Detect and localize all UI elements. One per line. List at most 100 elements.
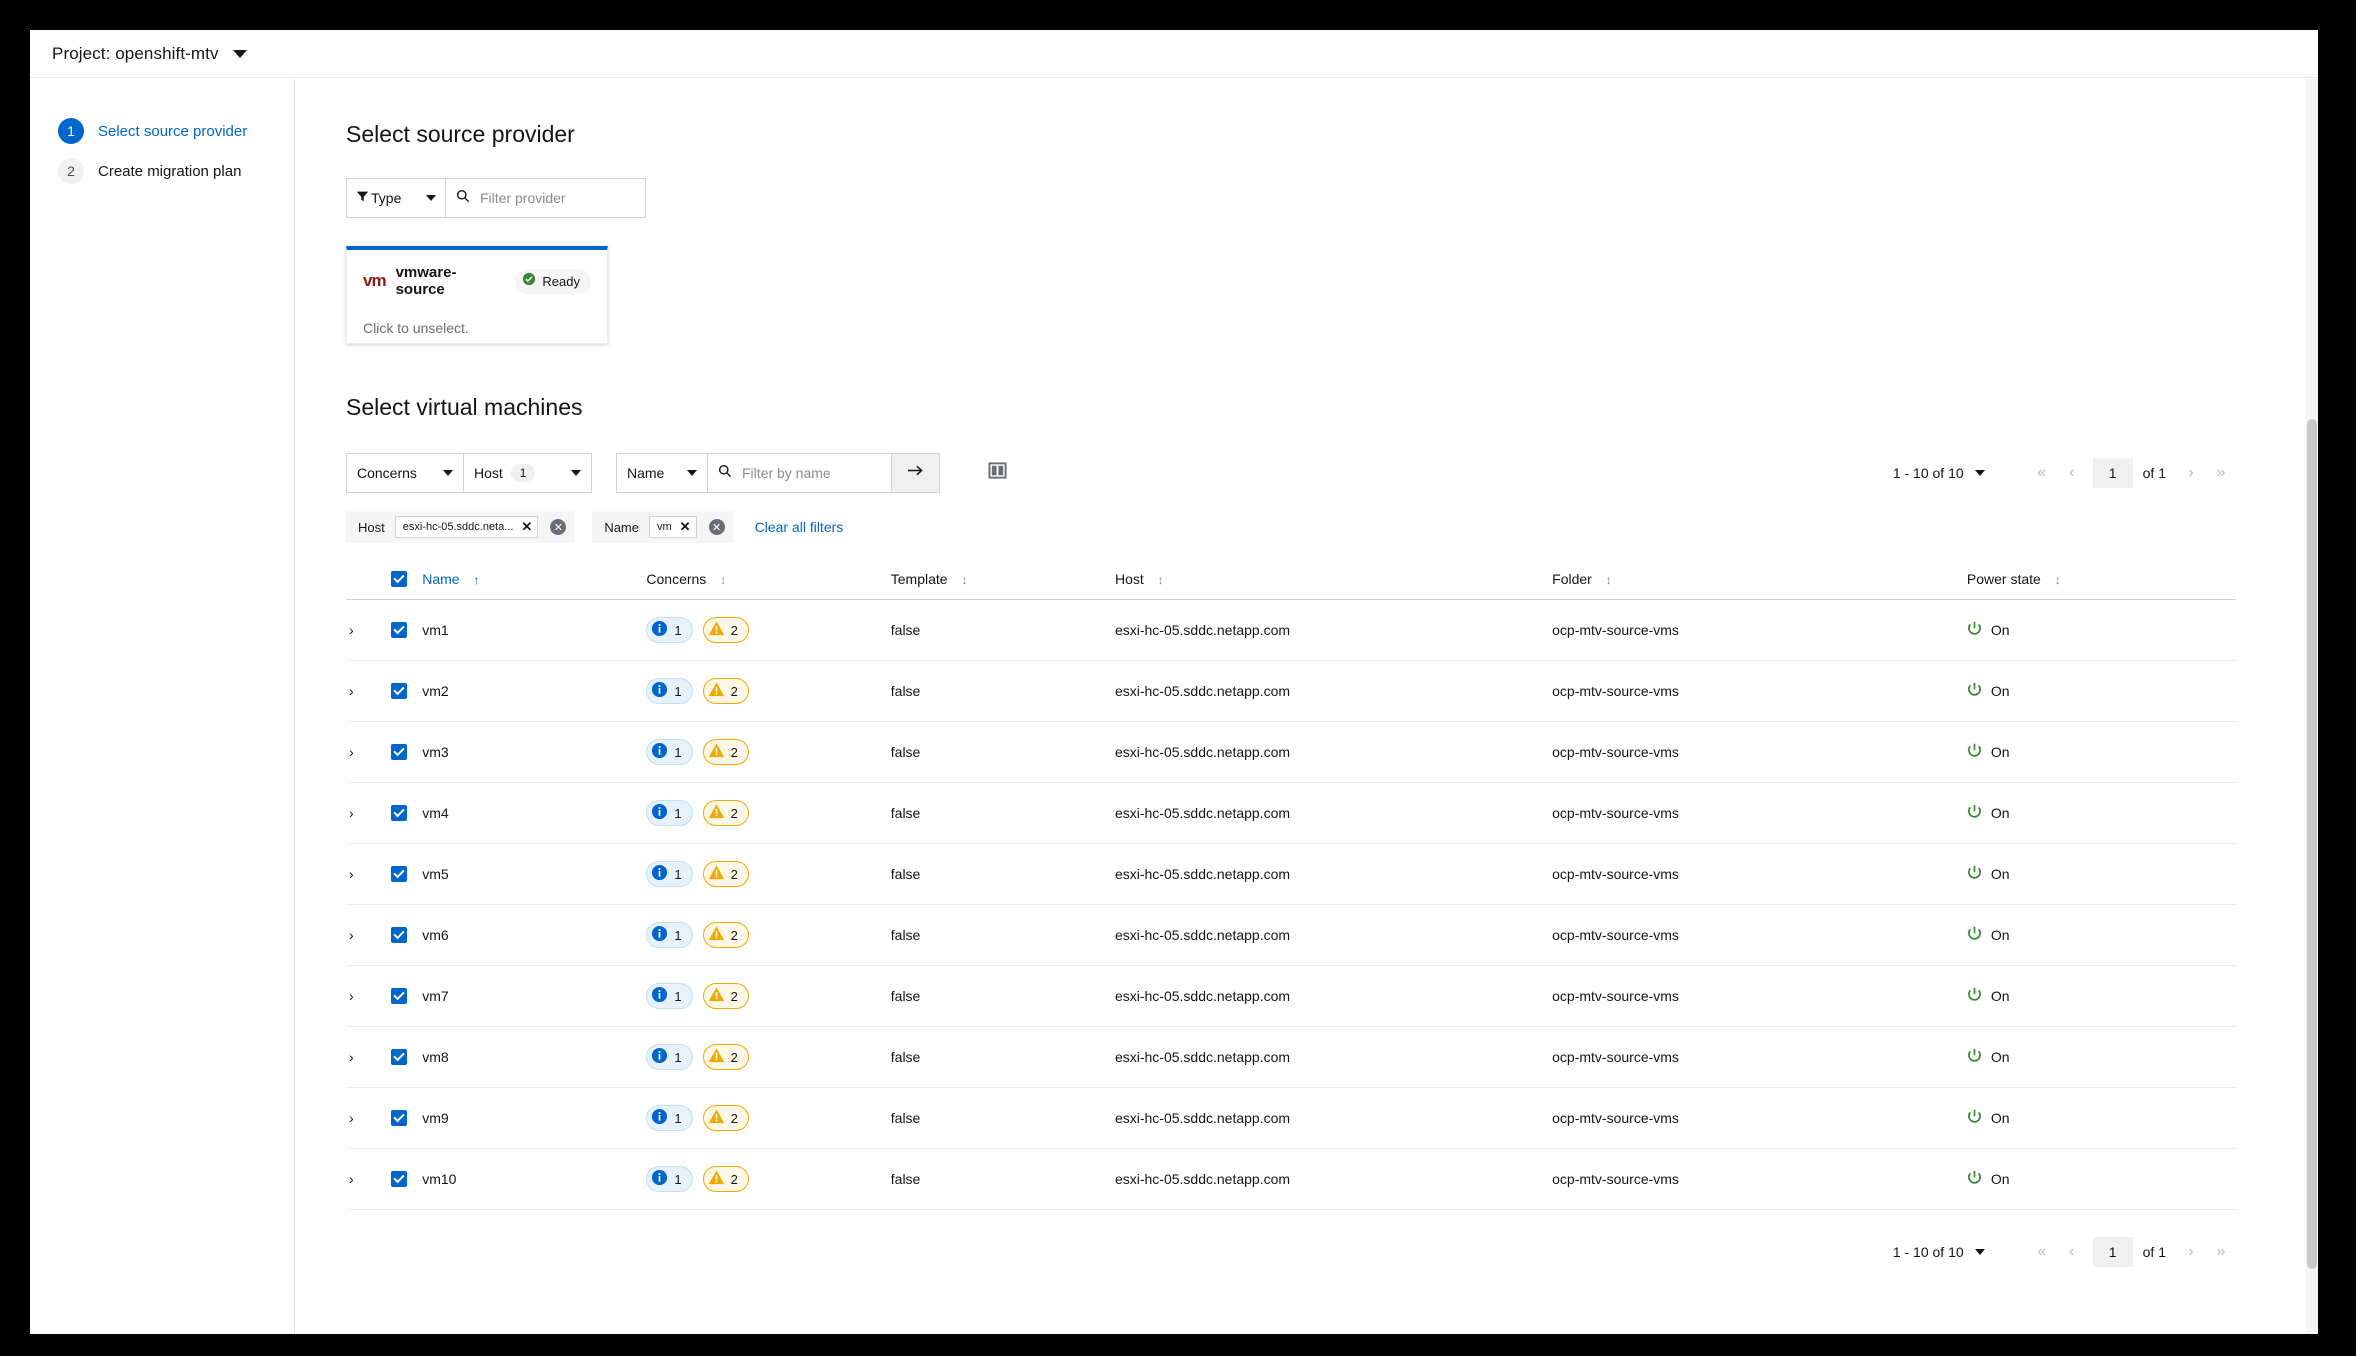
info-concern-badge[interactable]: 1: [646, 617, 693, 643]
warning-concern-badge[interactable]: 2: [702, 800, 749, 826]
power-state-value: On: [1967, 1109, 2236, 1127]
table-row[interactable]: › vm9 1 2 false esxi-hc-05.sddc.netapp.com ocp…: [346, 1087, 2236, 1149]
table-row[interactable]: › vm7 1 2 false esxi-hc-05.sddc.netapp.com ocp…: [346, 965, 2236, 1027]
chevron-right-icon[interactable]: ›: [346, 988, 354, 1004]
chevron-right-icon[interactable]: ›: [346, 1171, 354, 1187]
info-concern-badge[interactable]: 1: [646, 800, 693, 826]
table-row[interactable]: › vm2 1 2 false esxi-hc-05.sddc.netapp.com ocp…: [346, 660, 2236, 722]
row-checkbox[interactable]: [390, 683, 407, 699]
table-row[interactable]: › vm3 1 2 false esxi-hc-05.sddc.netapp.com ocp…: [346, 721, 2236, 783]
apply-search-button[interactable]: [892, 453, 940, 493]
clear-all-filters-link[interactable]: Clear all filters: [755, 519, 844, 535]
info-concern-badge[interactable]: 1: [646, 1105, 693, 1131]
table-row[interactable]: › vm5 1 2 false esxi-hc-05.sddc.netapp.com ocp…: [346, 843, 2236, 905]
warning-concern-badge[interactable]: 2: [702, 1044, 749, 1070]
row-checkbox[interactable]: [390, 866, 407, 882]
table-row[interactable]: › vm8 1 2 false esxi-hc-05.sddc.netapp.com ocp…: [346, 1026, 2236, 1088]
column-header-folder[interactable]: Folder ↕: [1552, 561, 1967, 600]
chevron-down-icon[interactable]: [1974, 470, 1985, 476]
warning-triangle-icon: [708, 620, 725, 640]
next-page-button[interactable]: ›: [2176, 458, 2206, 488]
content-scrollbar[interactable]: [2306, 79, 2318, 1334]
cell-template: false: [890, 782, 1115, 844]
chevron-down-icon[interactable]: [1974, 1249, 1985, 1255]
warning-concern-badge[interactable]: 2: [702, 739, 749, 765]
warning-concern-badge[interactable]: 2: [702, 922, 749, 948]
page-number-input[interactable]: 1: [2092, 1237, 2133, 1267]
info-concern-badge[interactable]: 1: [646, 922, 693, 948]
cell-template: false: [890, 965, 1115, 1027]
sidebar-item-create-migration-plan[interactable]: 2 Create migration plan: [30, 151, 294, 191]
chevron-right-icon[interactable]: ›: [346, 866, 354, 882]
concerns-filter-select[interactable]: Concerns: [346, 453, 464, 493]
row-checkbox[interactable]: [390, 927, 407, 943]
row-checkbox[interactable]: [390, 805, 407, 821]
host-filter-select[interactable]: Host 1: [464, 453, 592, 493]
warning-concern-badge[interactable]: 2: [702, 678, 749, 704]
warning-concern-badge[interactable]: 2: [702, 983, 749, 1009]
row-checkbox[interactable]: [390, 988, 407, 1004]
chevron-right-icon[interactable]: ›: [346, 1049, 354, 1065]
column-header-power-state[interactable]: Power state ↕: [1966, 561, 2236, 600]
remove-chip-icon[interactable]: ✕: [521, 519, 532, 535]
chevron-right-icon[interactable]: ›: [346, 1110, 354, 1126]
window-frame-top: [0, 0, 2356, 30]
info-concern-badge[interactable]: 1: [646, 1166, 693, 1192]
row-select-cell: [390, 599, 423, 661]
info-concern-badge[interactable]: 1: [646, 678, 693, 704]
last-page-button[interactable]: »: [2206, 458, 2236, 488]
row-checkbox[interactable]: [390, 1171, 407, 1187]
first-page-button[interactable]: «: [2027, 458, 2057, 488]
warning-concern-badge[interactable]: 2: [702, 861, 749, 887]
previous-page-button[interactable]: ‹: [2057, 1237, 2087, 1267]
expand-cell: ›: [346, 660, 391, 722]
chevron-right-icon[interactable]: ›: [346, 683, 354, 699]
provider-card-vmware-source[interactable]: vm vmware-source Ready Click to unselect…: [346, 246, 608, 344]
warning-concern-badge[interactable]: 2: [702, 1166, 749, 1192]
vm-search-input[interactable]: Filter by name: [708, 453, 892, 493]
info-concern-badge[interactable]: 1: [646, 861, 693, 887]
cell-power-state: On: [1966, 599, 2236, 661]
provider-type-select[interactable]: Type: [346, 178, 446, 218]
row-select-cell: [390, 965, 423, 1027]
table-row[interactable]: › vm10 1 2 false esxi-hc-05.sddc.netapp.com oc…: [346, 1148, 2236, 1210]
sort-ascending-icon: ↑: [473, 573, 480, 587]
column-management-button[interactable]: [980, 456, 1014, 490]
column-header-concerns[interactable]: Concerns ↕: [646, 561, 891, 600]
next-page-button[interactable]: ›: [2176, 1237, 2206, 1267]
chevron-right-icon[interactable]: ›: [346, 744, 354, 760]
chevron-right-icon[interactable]: ›: [346, 805, 354, 821]
clear-name-filter-button[interactable]: ✕: [708, 519, 725, 535]
page-number-input[interactable]: 1: [2092, 458, 2133, 488]
info-concern-badge[interactable]: 1: [646, 983, 693, 1009]
remove-chip-icon[interactable]: ✕: [680, 519, 691, 535]
table-row[interactable]: › vm4 1 2 false esxi-hc-05.sddc.netapp.com ocp…: [346, 782, 2236, 844]
info-concern-badge[interactable]: 1: [646, 1044, 693, 1070]
table-row[interactable]: › vm1 1 2 false esxi-hc-05.sddc.netapp.com ocp…: [346, 599, 2236, 661]
previous-page-button[interactable]: ‹: [2057, 458, 2087, 488]
chevron-right-icon[interactable]: ›: [346, 927, 354, 943]
scrollbar-thumb[interactable]: [2307, 419, 2317, 1269]
row-checkbox[interactable]: [390, 1049, 407, 1065]
row-checkbox[interactable]: [390, 744, 407, 760]
chevron-down-icon[interactable]: [232, 49, 247, 58]
last-page-button[interactable]: »: [2206, 1237, 2236, 1267]
first-page-button[interactable]: «: [2027, 1237, 2057, 1267]
row-checkbox[interactable]: [390, 1110, 407, 1126]
column-header-template[interactable]: Template ↕: [890, 561, 1115, 600]
row-checkbox[interactable]: [390, 622, 407, 638]
clear-host-filter-button[interactable]: ✕: [550, 519, 567, 535]
project-selector-label[interactable]: Project: openshift-mtv: [52, 44, 219, 64]
screenshot-root: Project: openshift-mtv 1 Select source p…: [0, 0, 2356, 1356]
name-filter-select[interactable]: Name: [616, 453, 708, 493]
column-header-name[interactable]: Name ↑: [422, 561, 647, 600]
table-row[interactable]: › vm6 1 2 false esxi-hc-05.sddc.netapp.com ocp…: [346, 904, 2236, 966]
warning-concern-badge[interactable]: 2: [702, 1105, 749, 1131]
info-concern-badge[interactable]: 1: [646, 739, 693, 765]
column-header-host[interactable]: Host ↕: [1114, 561, 1553, 600]
warning-concern-badge[interactable]: 2: [702, 617, 749, 643]
chevron-right-icon[interactable]: ›: [346, 622, 354, 638]
sidebar-item-select-source-provider[interactable]: 1 Select source provider: [30, 111, 294, 151]
select-all-checkbox[interactable]: [390, 571, 407, 587]
provider-search-input[interactable]: Filter provider: [446, 178, 646, 218]
